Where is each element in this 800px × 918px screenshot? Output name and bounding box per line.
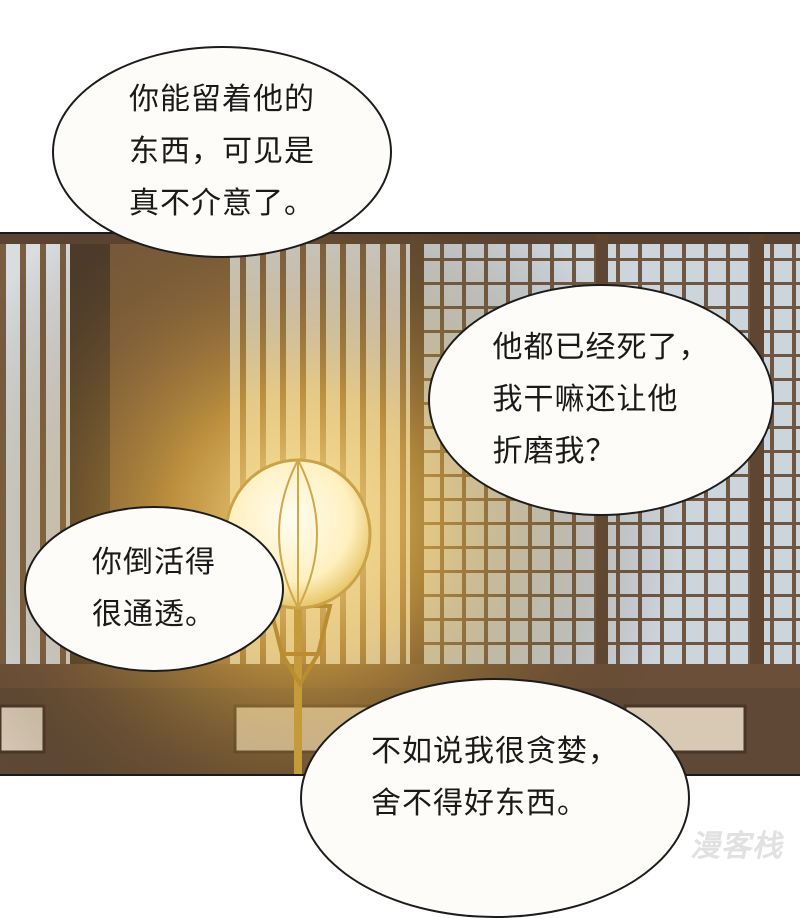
speech-text-3: 你倒活得 很通透。 <box>92 545 216 632</box>
speech-bubble-1: 你能留着他的 东西，可见是 真不介意了。 <box>52 46 392 258</box>
speech-text-4: 不如说我很贪婪， 舍不得好东西。 <box>371 734 619 821</box>
speech-bubble-2: 他都已经死了， 我干嘛还让他 折磨我？ <box>428 284 774 516</box>
speech-text-1: 你能留着他的 东西，可见是 真不介意了。 <box>129 82 315 221</box>
speech-bubble-4: 不如说我很贪婪， 舍不得好东西。 <box>300 678 690 918</box>
speech-text-2: 他都已经死了， 我干嘛还让他 折磨我？ <box>492 330 710 469</box>
speech-bubble-3: 你倒活得 很通透。 <box>24 506 284 672</box>
watermark-logo: 漫客栈 <box>688 829 789 864</box>
